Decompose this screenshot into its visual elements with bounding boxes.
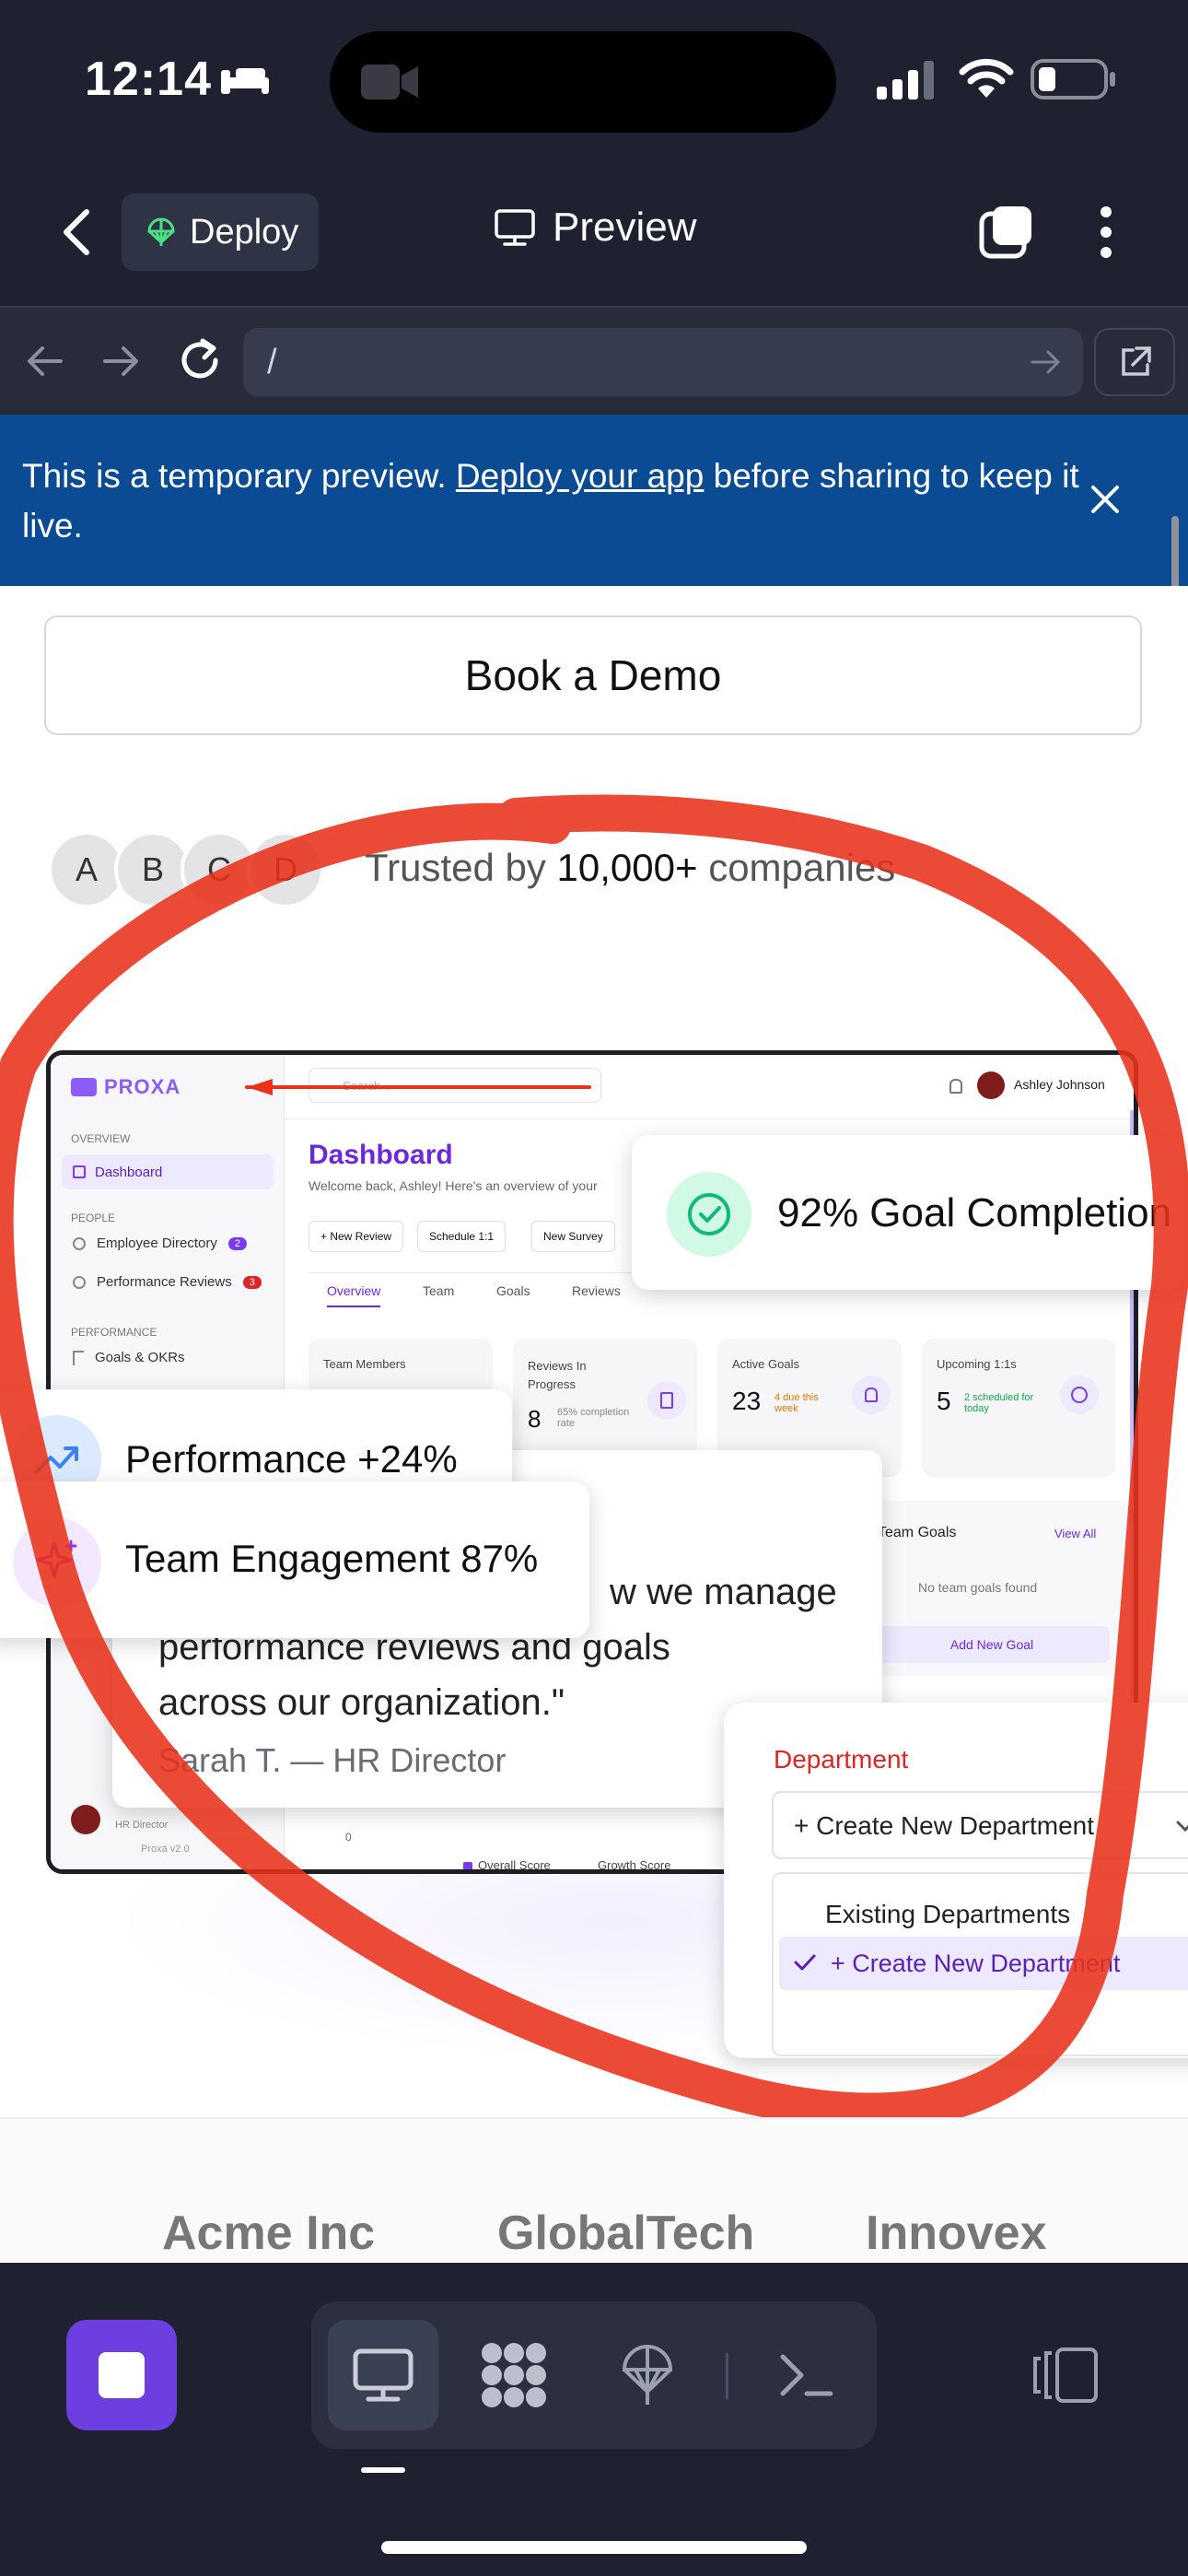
camera-icon xyxy=(361,64,418,100)
web-page: Book a Demo A B C D Trusted by 10,000+ c… xyxy=(0,586,1188,2263)
home-indicator xyxy=(381,2541,807,2554)
url-input[interactable]: / xyxy=(243,328,1083,396)
customer-logo: Acme Inc xyxy=(162,2207,376,2260)
deploy-icon[interactable] xyxy=(619,2340,676,2410)
preview-title-text: Preview xyxy=(553,205,697,250)
deploy-label: Deploy xyxy=(190,212,299,252)
sleep-bed-icon xyxy=(221,68,269,94)
monitor-icon xyxy=(495,209,535,246)
more-options-icon[interactable] xyxy=(1092,203,1120,262)
terminal-icon[interactable] xyxy=(779,2351,833,2399)
signal-icon xyxy=(877,61,934,100)
stop-icon xyxy=(99,2352,145,2398)
active-tab-indicator xyxy=(361,2467,405,2473)
toolbar-divider xyxy=(726,2353,728,2399)
browser-back-icon[interactable] xyxy=(24,343,64,380)
apps-icon[interactable] xyxy=(479,2340,549,2410)
preview-tab[interactable] xyxy=(328,2320,438,2430)
back-chevron-icon[interactable] xyxy=(61,208,92,256)
deploy-app-link[interactable]: Deploy your app xyxy=(456,457,704,495)
monitor-icon xyxy=(353,2348,413,2402)
battery-icon xyxy=(1031,59,1115,100)
logo-strip: Acme Inc GlobalTech Innovex xyxy=(0,2119,1188,2263)
wifi-icon xyxy=(959,58,1014,98)
reload-icon[interactable] xyxy=(177,337,223,383)
stop-button[interactable] xyxy=(66,2320,177,2430)
deploy-icon xyxy=(147,217,175,246)
preview-banner: This is a temporary preview. Deploy your… xyxy=(0,415,1188,586)
go-arrow-icon[interactable] xyxy=(1030,348,1063,376)
browser-forward-icon[interactable] xyxy=(101,343,142,380)
red-circle-annotation xyxy=(0,794,1188,2130)
status-time: 12:14 xyxy=(85,53,212,106)
customer-logo: GlobalTech xyxy=(497,2207,755,2260)
deploy-button[interactable]: Deploy xyxy=(122,193,319,271)
preview-title: Preview xyxy=(494,205,697,251)
banner-text-before: This is a temporary preview. xyxy=(22,457,456,495)
external-link-icon xyxy=(1122,346,1151,376)
tabs-icon[interactable] xyxy=(978,203,1035,260)
device-layout-icon[interactable] xyxy=(1031,2346,1101,2405)
close-icon[interactable] xyxy=(1089,483,1122,516)
customer-logo: Innovex xyxy=(866,2207,1047,2260)
